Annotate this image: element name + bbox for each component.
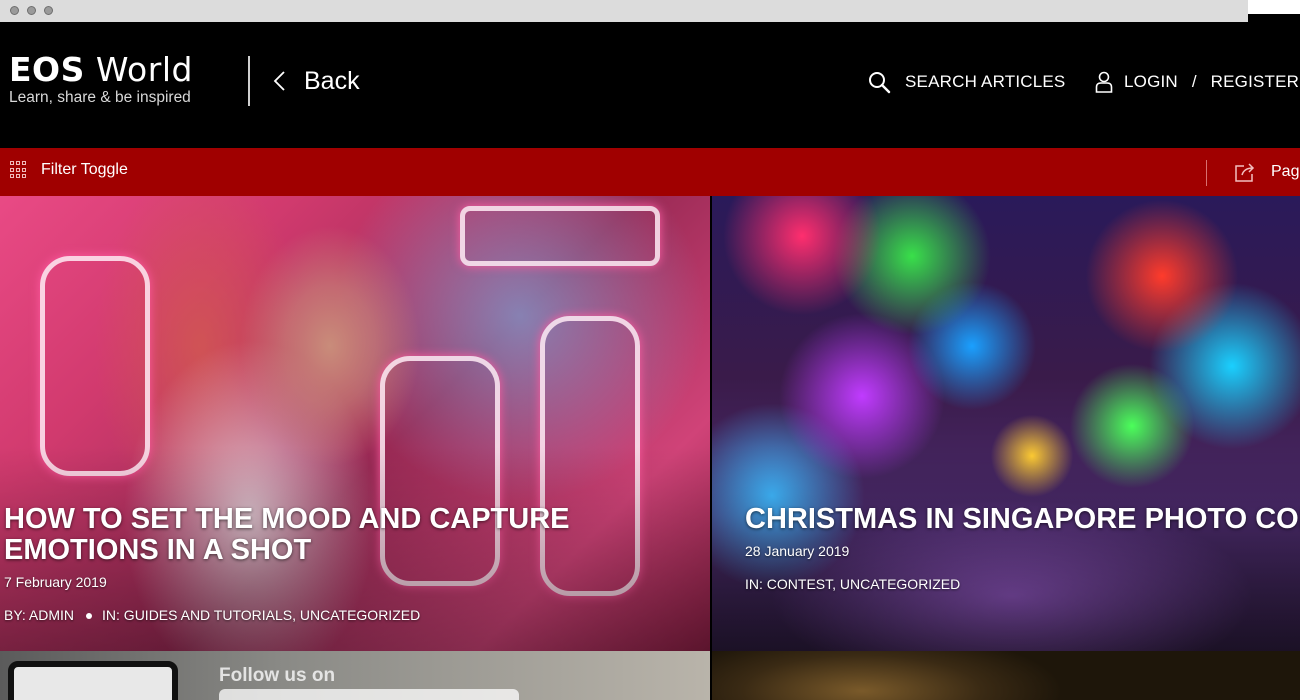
chevron-left-icon <box>273 71 285 91</box>
article-date: 7 February 2019 <box>4 574 107 590</box>
logo-tagline: Learn, share & be inspired <box>9 89 191 106</box>
logo-title-bold: EOS <box>9 50 85 89</box>
article-author[interactable]: BY: ADMIN <box>4 607 74 623</box>
filter-toggle-button[interactable]: Filter Toggle <box>10 161 128 179</box>
search-icon <box>869 72 891 94</box>
site-logo[interactable]: EOS World Learn, share & be inspired <box>9 52 193 107</box>
window-minimize-dot[interactable] <box>27 6 36 15</box>
article-meta: BY: ADMIN IN: GUIDES AND TUTORIALS, UNCAT… <box>4 607 704 623</box>
window-titlebar <box>0 0 1248 22</box>
filter-bar: Filter Toggle Pag <box>0 148 1300 196</box>
window-edge <box>1248 0 1300 14</box>
back-button[interactable]: Back <box>270 64 360 98</box>
login-link[interactable]: LOGIN <box>1124 72 1178 92</box>
article-meta: IN: CONTEST, UNCATEGORIZED <box>745 576 1300 592</box>
window-close-dot[interactable] <box>10 6 19 15</box>
laptop-image <box>8 661 178 700</box>
search-articles-button[interactable]: SEARCH ARTICLES <box>867 70 1065 94</box>
account-links: LOGIN / REGISTER <box>1094 70 1299 94</box>
page-share-label: Pag <box>1271 163 1300 180</box>
register-link[interactable]: REGISTER <box>1211 72 1300 92</box>
login-register-separator: / <box>1191 72 1197 91</box>
article-date: 28 January 2019 <box>745 543 850 559</box>
grid-icon <box>10 161 28 179</box>
window-maximize-dot[interactable] <box>44 6 53 15</box>
search-label: SEARCH ARTICLES <box>905 72 1066 91</box>
article-card[interactable]: CHRISTMAS IN SINGAPORE PHOTO CONTEST WIN… <box>712 196 1300 651</box>
article-image <box>712 651 1300 700</box>
article-title[interactable]: HOW TO SET THE MOOD AND CAPTURE EMOTIONS… <box>4 504 704 566</box>
article-partial-text: Follow us on <box>219 665 336 686</box>
share-icon <box>1235 163 1255 182</box>
filter-toggle-label: Filter Toggle <box>41 161 128 178</box>
article-card[interactable] <box>712 651 1300 700</box>
article-text: CHRISTMAS IN SINGAPORE PHOTO CONTEST WIN… <box>745 504 1300 593</box>
article-card[interactable]: HOW TO SET THE MOOD AND CAPTURE EMOTIONS… <box>0 196 710 651</box>
site-header: EOS World Learn, share & be inspired Bac… <box>0 22 1300 148</box>
filterbar-divider <box>1206 160 1207 186</box>
page-share-button[interactable]: Pag <box>1233 161 1299 183</box>
article-card[interactable]: Follow us on <box>0 651 710 700</box>
back-label: Back <box>304 66 360 95</box>
article-partial-graphic <box>219 689 519 700</box>
article-categories[interactable]: IN: CONTEST, UNCATEGORIZED <box>745 576 960 592</box>
user-icon <box>1095 71 1113 93</box>
logo-title-rest: World <box>84 50 193 89</box>
article-categories[interactable]: IN: GUIDES AND TUTORIALS, UNCATEGORIZED <box>102 607 420 623</box>
article-text: HOW TO SET THE MOOD AND CAPTURE EMOTIONS… <box>4 504 704 624</box>
logo-title: EOS World <box>9 52 193 88</box>
article-title[interactable]: CHRISTMAS IN SINGAPORE PHOTO CONTEST WIN… <box>745 504 1300 535</box>
header-divider <box>248 56 250 106</box>
